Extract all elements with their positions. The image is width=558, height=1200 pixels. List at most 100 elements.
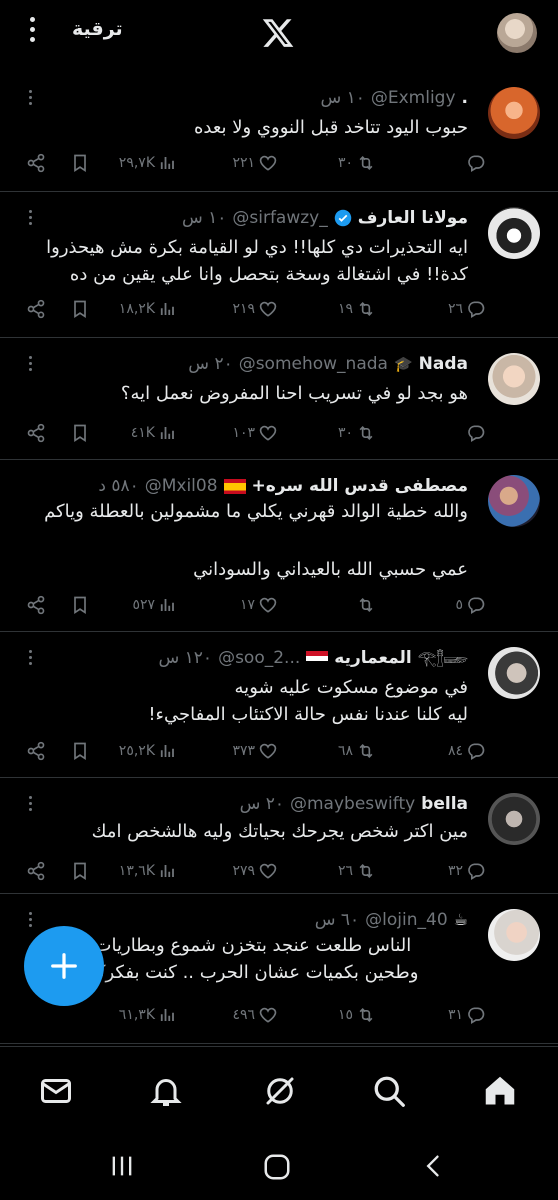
bookmark-icon[interactable] [70, 595, 90, 615]
tweet-more-icon[interactable] [26, 910, 34, 932]
author-handle[interactable]: @maybeswifty [290, 792, 415, 816]
author-avatar[interactable] [488, 475, 540, 527]
author-avatar[interactable] [488, 647, 540, 699]
tweet[interactable]: 𓂀𓊽𓆃 المعماريه @soo_2... ١٢٠ س في موضوع م… [0, 632, 558, 778]
repost-button[interactable]: ٣٠ [338, 148, 376, 178]
views-button[interactable]: ٦١,٣K [119, 1000, 176, 1030]
like-button[interactable]: ٢١٩ [232, 294, 278, 324]
tweet-time[interactable]: ٥٨٠ د [98, 474, 138, 498]
share-icon[interactable] [26, 423, 46, 443]
author-name[interactable]: مولانا العارف [358, 206, 468, 230]
author-handle[interactable]: @lojin_40 [365, 908, 447, 932]
repost-count: ١٩ [337, 301, 353, 317]
like-button[interactable]: ٤٩٦ [232, 1000, 278, 1030]
recent-apps-icon[interactable] [108, 1152, 136, 1180]
author-handle[interactable]: @somehow_nada [239, 352, 388, 376]
tweet[interactable]: مولانا العارف @sirfawzy_ ١٠ س ايه التحذي… [0, 192, 558, 338]
tweet-time[interactable]: ١٠ س [320, 86, 364, 110]
views-button[interactable]: ١٣,٦K [119, 856, 176, 886]
author-avatar[interactable] [488, 87, 540, 139]
author-name[interactable]: bella [421, 792, 468, 816]
like-button[interactable]: ١٧ [240, 590, 278, 620]
share-icon[interactable] [26, 861, 46, 881]
repost-button[interactable]: ٣٠ [338, 418, 376, 448]
upgrade-button[interactable]: ترقية [72, 18, 123, 40]
tweet-text: والله خطية الوالد قهرني يكلي ما مشمولين … [44, 498, 468, 583]
repost-button[interactable] [353, 590, 376, 620]
tweet[interactable]: bella @maybeswifty ٢٠ س مين اكتر شخص يجر… [0, 778, 558, 894]
reply-button[interactable]: ٨٤ [448, 736, 486, 766]
views-button[interactable]: ٥٢٧ [132, 590, 176, 620]
author-name[interactable]: المعماريه [334, 646, 411, 670]
tweet-more-icon[interactable] [26, 88, 34, 110]
author-name[interactable]: مصطفى قدس الله سره+ [252, 474, 468, 498]
repost-button[interactable]: ٢٦ [338, 856, 376, 886]
reply-button[interactable]: ٣١ [448, 1000, 486, 1030]
author-name[interactable]: Nada [419, 352, 468, 376]
tweet-time[interactable]: ٦٠ س [315, 908, 359, 932]
reply-button[interactable]: ٥ [455, 590, 486, 620]
tweet-more-icon[interactable] [26, 794, 34, 816]
messages-icon[interactable] [38, 1073, 74, 1109]
tweet[interactable]: . @Exmligy ١٠ س حبوب اليود تتاخد قبل الن… [0, 72, 558, 192]
home-icon[interactable] [482, 1073, 518, 1109]
like-button[interactable]: ٢٢١ [232, 148, 278, 178]
reply-button[interactable]: ٣٢ [448, 856, 486, 886]
share-icon[interactable] [26, 299, 46, 319]
author-avatar[interactable] [488, 909, 540, 961]
notifications-icon[interactable] [148, 1073, 184, 1109]
tweet-line: ليه كلنا عندنا نفس حالة الاكتئاب المفاجي… [148, 704, 468, 725]
tweet[interactable]: Nada 🎓 @somehow_nada ٢٠ س هو بجد لو في ت… [0, 338, 558, 460]
reply-button[interactable] [463, 418, 486, 448]
repost-button[interactable]: ٦٨ [338, 736, 376, 766]
author-handle[interactable]: @Exmligy [371, 86, 456, 110]
views-button[interactable]: ٢٩,٧K [119, 148, 176, 178]
share-icon[interactable] [26, 741, 46, 761]
bookmark-icon[interactable] [70, 423, 90, 443]
tweet-more-icon[interactable] [26, 208, 34, 230]
author-name[interactable]: . [462, 86, 468, 110]
like-button[interactable]: ٢٧٩ [232, 856, 278, 886]
like-button[interactable]: ٣٧٣ [232, 736, 278, 766]
share-icon[interactable] [26, 153, 46, 173]
compose-button[interactable] [24, 926, 104, 1006]
profile-avatar[interactable] [497, 13, 537, 53]
back-icon[interactable] [420, 1152, 448, 1180]
tweet-actions: ٢٦ ١٩ ٢١٩ ١٨,٢K [0, 294, 558, 324]
reply-count: ٥ [455, 597, 463, 613]
author-handle[interactable]: @sirfawzy_ [232, 206, 327, 230]
tweet-time[interactable]: ١٠ س [182, 206, 226, 230]
author-handle[interactable]: @soo_2... [218, 646, 300, 670]
share-icon[interactable] [26, 595, 46, 615]
tweet-time[interactable]: ١٢٠ س [159, 646, 213, 670]
bookmark-icon[interactable] [70, 861, 90, 881]
views-button[interactable]: ٤١K [131, 418, 176, 448]
home-button-icon[interactable] [262, 1152, 292, 1182]
bookmark-icon[interactable] [70, 153, 90, 173]
author-avatar[interactable] [488, 793, 540, 845]
repost-icon [359, 597, 373, 613]
more-options-icon[interactable] [26, 14, 38, 50]
tweet-time[interactable]: ٢٠ س [240, 792, 284, 816]
bookmark-icon[interactable] [70, 741, 90, 761]
author-handle[interactable]: @Mxil08 [145, 474, 218, 498]
tweet-more-icon[interactable] [26, 648, 34, 670]
heart-icon [259, 743, 277, 759]
like-button[interactable]: ١٠٣ [232, 418, 278, 448]
author-avatar[interactable] [488, 207, 540, 259]
views-button[interactable]: ٢٥,٢K [119, 736, 176, 766]
views-icon [160, 1009, 174, 1021]
tweet[interactable]: مصطفى قدس الله سره+ @Mxil08 ٥٨٠ د والله … [0, 460, 558, 632]
grok-icon[interactable] [262, 1073, 298, 1109]
bookmark-icon[interactable] [70, 299, 90, 319]
reply-button[interactable]: ٢٦ [448, 294, 486, 324]
repost-button[interactable]: ١٩ [338, 294, 376, 324]
search-icon[interactable] [371, 1073, 407, 1109]
reply-button[interactable] [463, 148, 486, 178]
views-button[interactable]: ١٨,٢K [119, 294, 176, 324]
repost-button[interactable]: ١٥ [338, 1000, 376, 1030]
tweet-more-icon[interactable] [26, 354, 34, 376]
egypt-flag-icon [306, 650, 329, 666]
author-avatar[interactable] [488, 353, 540, 405]
tweet-time[interactable]: ٢٠ س [188, 352, 232, 376]
